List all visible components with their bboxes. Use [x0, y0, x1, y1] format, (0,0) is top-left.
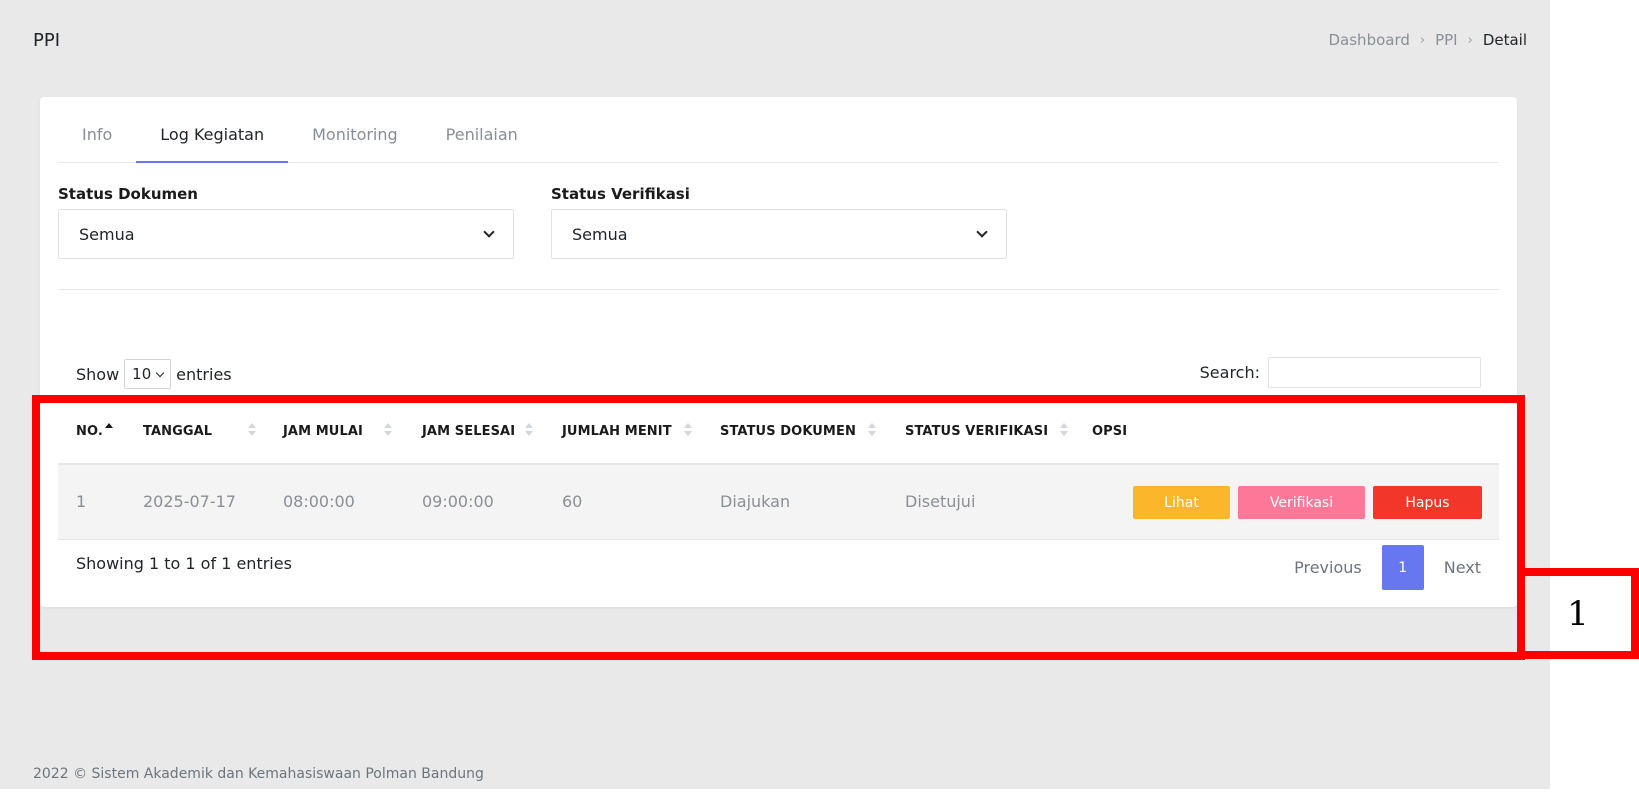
- search-input[interactable]: [1268, 357, 1481, 388]
- annotation-label: 1: [1567, 593, 1589, 634]
- tab-penilaian[interactable]: Penilaian: [422, 117, 542, 163]
- annotation-label-box: 1: [1525, 568, 1639, 659]
- footer-text: 2022 © Sistem Akademik dan Kemahasiswaan…: [33, 766, 484, 782]
- status-dokumen-label: Status Dokumen: [58, 185, 198, 203]
- table-search: Search:: [1200, 357, 1481, 388]
- tab-bar: Info Log Kegiatan Monitoring Penilaian: [58, 117, 1499, 163]
- divider: [58, 289, 1499, 290]
- entries-label: entries: [176, 364, 232, 384]
- page-title: PPI: [33, 30, 61, 51]
- breadcrumb-detail: Detail: [1482, 31, 1527, 49]
- tab-monitoring[interactable]: Monitoring: [288, 117, 422, 163]
- entries-length-select[interactable]: 10: [124, 359, 172, 389]
- chevron-right-icon: ›: [1467, 32, 1473, 48]
- show-label: Show: [76, 364, 120, 384]
- show-entries: Show 10 entries: [76, 359, 232, 389]
- breadcrumb-dashboard[interactable]: Dashboard: [1329, 31, 1410, 49]
- status-verifikasi-value: Semua: [572, 224, 628, 244]
- breadcrumb: Dashboard › PPI › Detail: [1329, 31, 1528, 49]
- tab-info[interactable]: Info: [58, 117, 136, 163]
- tab-log-kegiatan[interactable]: Log Kegiatan: [136, 117, 289, 163]
- status-dokumen-value: Semua: [79, 224, 135, 244]
- breadcrumb-ppi[interactable]: PPI: [1435, 31, 1458, 49]
- search-label: Search:: [1199, 363, 1260, 382]
- status-verifikasi-label: Status Verifikasi: [551, 185, 690, 203]
- annotation-highlight-box: [32, 395, 1525, 660]
- status-verifikasi-select[interactable]: Semua: [551, 209, 1007, 259]
- entries-length-value: 10: [132, 365, 152, 383]
- chevron-down-icon: [483, 226, 495, 238]
- chevron-right-icon: ›: [1419, 32, 1426, 48]
- status-dokumen-select[interactable]: Semua: [58, 209, 514, 259]
- chevron-down-icon: [976, 226, 988, 238]
- chevron-down-icon: [155, 368, 165, 377]
